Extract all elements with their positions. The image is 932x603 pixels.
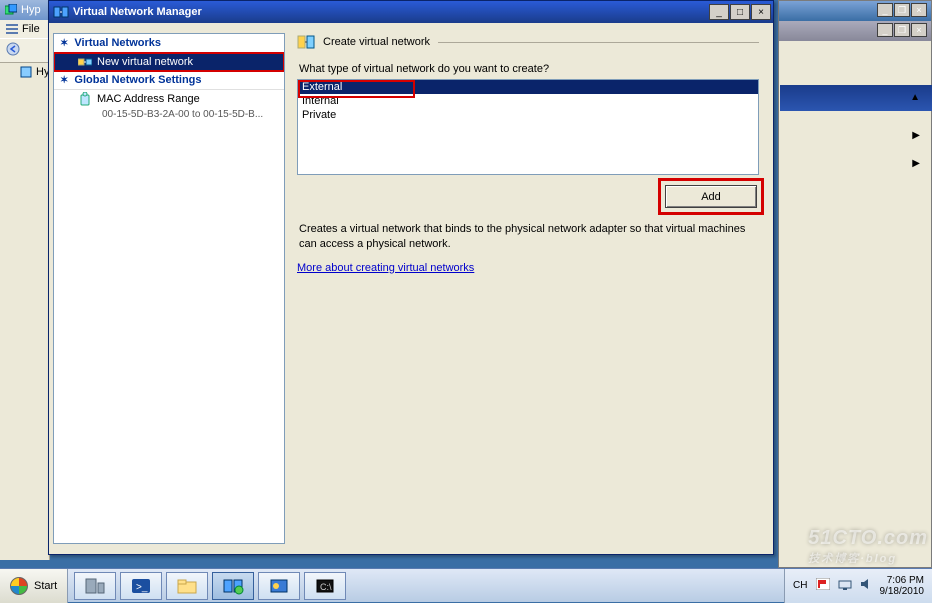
task-hyperv-manager[interactable]	[212, 572, 254, 600]
network-type-description: Creates a virtual network that binds to …	[299, 222, 757, 252]
chevron-icon: ✶	[60, 75, 68, 86]
task-cmd[interactable]: C:\	[304, 572, 346, 600]
close-button[interactable]: ×	[751, 4, 771, 20]
task-powershell[interactable]: >_	[120, 572, 162, 600]
bg-left-title-text: Hyp	[21, 4, 41, 16]
bg-minimize-button[interactable]: _	[877, 3, 893, 17]
more-link[interactable]: More about creating virtual networks	[297, 262, 474, 274]
background-caret-right-1[interactable]: ▶	[912, 130, 920, 141]
window-title: Virtual Network Manager	[73, 6, 709, 18]
nav-item-mac-sub: 00-15-5D-B3-2A-00 to 00-15-5D-B...	[54, 108, 284, 121]
nav-panel: ✶ Virtual Networks New virtual network ✶…	[53, 33, 285, 544]
window-titlebar[interactable]: Virtual Network Manager _ □ ×	[49, 1, 773, 23]
maximize-button[interactable]: □	[730, 4, 750, 20]
menu-icon	[5, 22, 19, 36]
chevron-icon: ✶	[60, 38, 68, 49]
tray-time: 7:06 PM	[880, 575, 925, 586]
start-button[interactable]: Start	[0, 569, 68, 603]
option-external[interactable]: External	[298, 80, 758, 94]
section-global-settings[interactable]: ✶ Global Network Settings	[54, 71, 284, 90]
tray-date: 9/18/2010	[880, 586, 925, 597]
bg-inner-minimize-button[interactable]: _	[877, 23, 893, 37]
nav-item-new-virtual-network[interactable]: New virtual network	[54, 53, 284, 71]
taskbar: Start >_ C:\ CH 7:06 P	[0, 568, 932, 602]
nav-item-mac-range[interactable]: MAC Address Range	[54, 90, 284, 108]
group-icon	[297, 33, 315, 51]
network-type-listbox[interactable]: External Internal Private	[297, 79, 759, 175]
bg-close-button[interactable]: ×	[911, 3, 927, 17]
background-inner-titlebar: _ ❐ ×	[779, 21, 931, 41]
svg-text:>_: >_	[136, 582, 148, 593]
add-button[interactable]: Add	[665, 185, 757, 208]
option-internal[interactable]: Internal	[298, 94, 758, 108]
watermark-sub: 技术博客·blog	[808, 550, 928, 566]
tray-clock[interactable]: 7:06 PM 9/18/2010	[880, 575, 925, 597]
hyperv-icon	[4, 3, 18, 17]
bg-left-menubar: File	[0, 20, 49, 38]
start-label: Start	[34, 580, 57, 592]
bg-inner-maximize-button[interactable]: ❐	[894, 23, 910, 37]
bg-inner-close-button[interactable]: ×	[911, 23, 927, 37]
nav-item-mac-label: MAC Address Range	[97, 93, 200, 105]
bg-maximize-button[interactable]: ❐	[894, 3, 910, 17]
bg-left-toolbar	[0, 38, 49, 63]
tray-flag-icon[interactable]	[816, 578, 830, 593]
new-network-icon	[78, 55, 92, 69]
group-title-label: Create virtual network	[323, 36, 430, 48]
section-global-settings-label: Global Network Settings	[74, 74, 201, 86]
watermark: 51CTO.com 技术博客·blog	[808, 527, 928, 566]
task-server-manager[interactable]	[74, 572, 116, 600]
virtual-network-manager-window: Virtual Network Manager _ □ × ✶ Virtual …	[48, 0, 774, 555]
background-window-titlebar: _ ❐ ×	[779, 1, 931, 21]
system-tray[interactable]: CH 7:06 PM 9/18/2010	[784, 569, 932, 603]
language-indicator[interactable]: CH	[793, 580, 807, 591]
task-explorer[interactable]	[166, 572, 208, 600]
background-caret-right-2[interactable]: ▶	[912, 158, 920, 169]
svg-text:C:\: C:\	[320, 582, 332, 592]
tray-network-icon[interactable]	[838, 578, 852, 593]
taskbar-buttons: >_ C:\	[68, 572, 352, 600]
background-left-app: Hyp File Hyp	[0, 0, 50, 560]
section-virtual-networks-label: Virtual Networks	[74, 37, 161, 49]
task-control-panel[interactable]	[258, 572, 300, 600]
bg-left-tree-root[interactable]: Hyp	[0, 63, 49, 81]
windows-orb-icon	[10, 577, 28, 595]
network-type-prompt: What type of virtual network do you want…	[299, 63, 759, 75]
section-virtual-networks[interactable]: ✶ Virtual Networks	[54, 34, 284, 53]
group-divider	[438, 42, 759, 43]
content-panel: Create virtual network What type of virt…	[293, 33, 763, 544]
bg-left-titlebar: Hyp	[0, 0, 49, 20]
watermark-main: 51CTO.com	[808, 527, 928, 549]
bg-left-menu-file[interactable]: File	[22, 23, 40, 35]
mac-icon	[78, 92, 92, 106]
server-icon	[20, 65, 32, 79]
tray-sound-icon[interactable]	[860, 578, 872, 593]
background-caret-up[interactable]: ▲	[910, 92, 920, 103]
nav-item-new-label: New virtual network	[97, 56, 193, 68]
nav-back-icon[interactable]	[6, 42, 20, 59]
option-private[interactable]: Private	[298, 108, 758, 122]
window-icon	[53, 4, 69, 20]
minimize-button[interactable]: _	[709, 4, 729, 20]
